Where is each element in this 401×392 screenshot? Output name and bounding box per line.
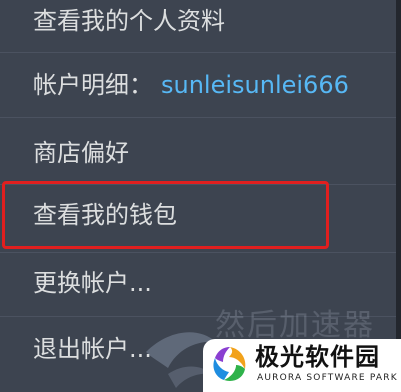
logout-label: 退出帐户...: [33, 335, 152, 363]
wallet-highlight-box: [2, 181, 329, 249]
menu-divider: [0, 117, 401, 118]
store-preferences-label: 商店偏好: [33, 139, 129, 167]
account-details-menu-item[interactable]: 帐户明细： sunleisunlei666: [33, 70, 349, 100]
account-details-label: 帐户明细：: [33, 71, 153, 99]
change-account-label: 更换帐户...: [33, 269, 152, 297]
change-account-menu-item[interactable]: 更换帐户...: [33, 268, 152, 298]
view-profile-menu-item[interactable]: 查看我的个人资料: [33, 6, 225, 36]
menu-divider: [0, 252, 401, 253]
view-profile-label: 查看我的个人资料: [33, 7, 225, 35]
aurora-logo-badge: 极光软件园 AURORA SOFTWARE PARK: [203, 339, 401, 392]
logout-menu-item[interactable]: 退出帐户...: [33, 334, 152, 364]
watermark-background-text: 然后加速器: [215, 308, 375, 343]
aurora-logo-subtitle: AURORA SOFTWARE PARK: [257, 373, 398, 383]
aurora-logo-icon: [213, 347, 246, 381]
store-preferences-menu-item[interactable]: 商店偏好: [33, 138, 129, 168]
account-name-link[interactable]: sunleisunlei666: [161, 71, 349, 99]
menu-divider: [0, 52, 401, 53]
aurora-logo-title: 极光软件园: [255, 343, 380, 371]
